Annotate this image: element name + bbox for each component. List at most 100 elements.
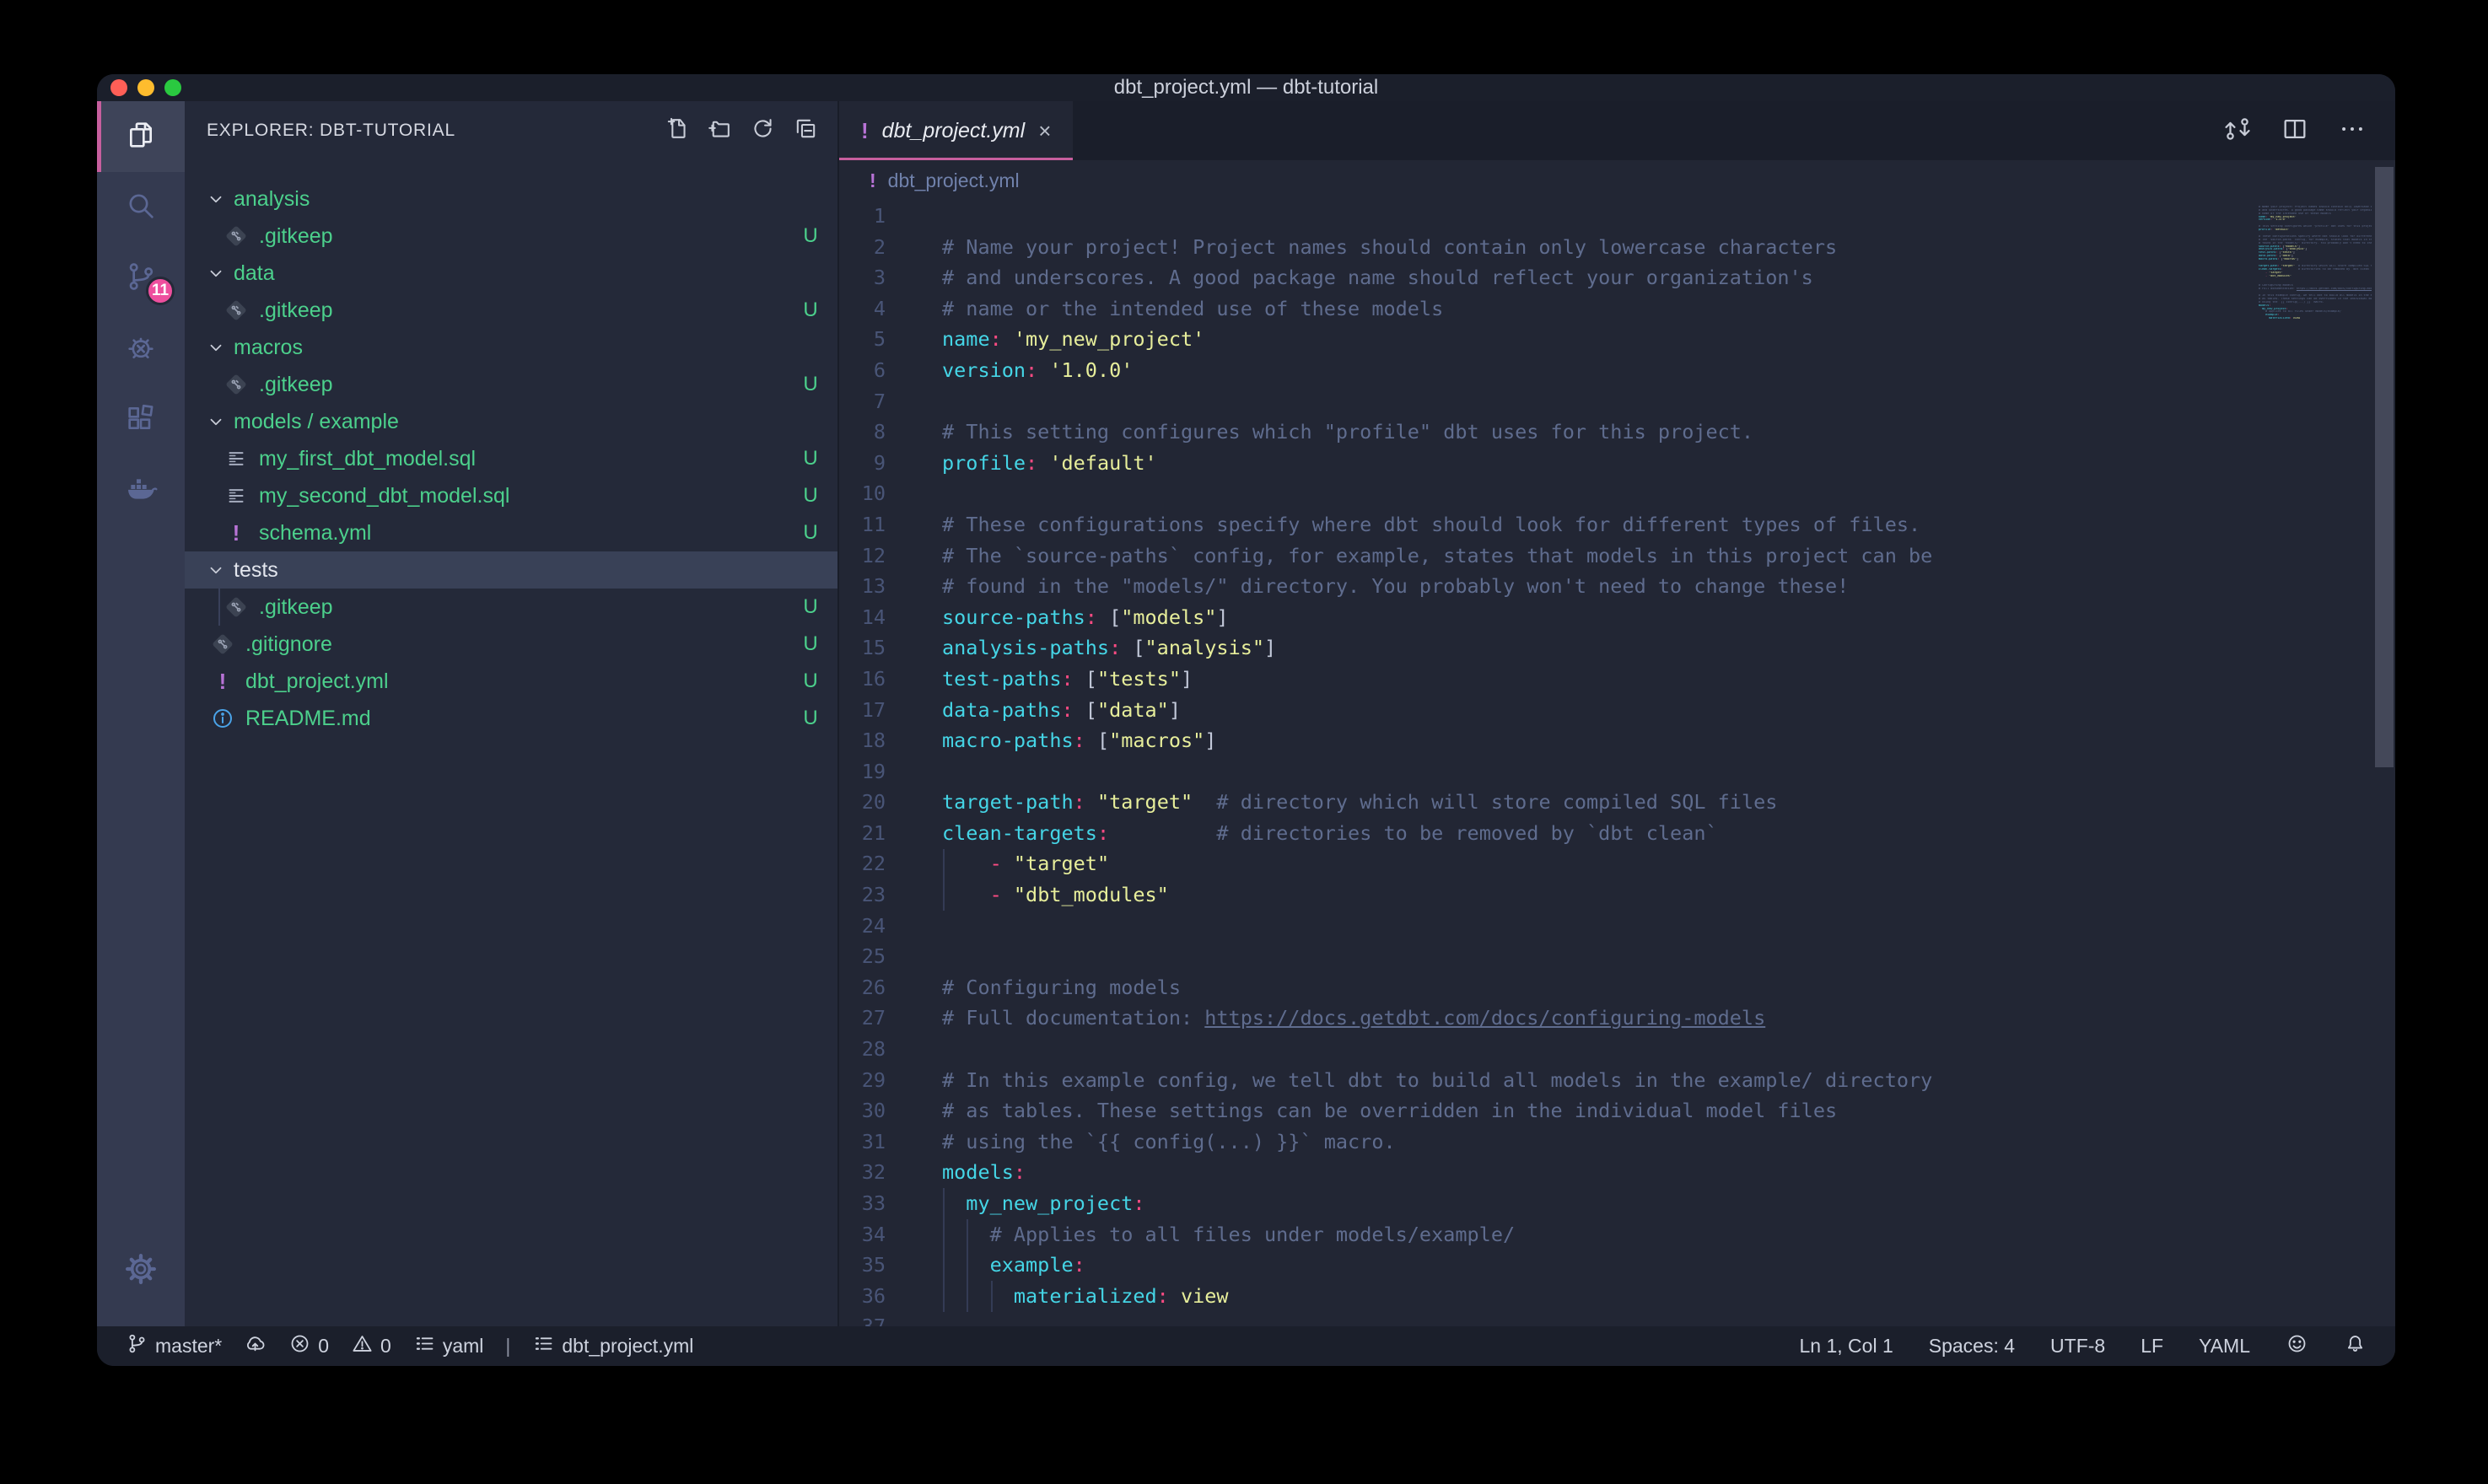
code-line-7[interactable]: 7: [839, 386, 2235, 417]
code-editor[interactable]: 12# Name your project! Project names sho…: [839, 201, 2395, 1326]
tree-item-models-example[interactable]: models / example: [185, 403, 837, 440]
activity-item-docker[interactable]: [97, 455, 185, 526]
tree-item-label: tests: [234, 558, 278, 583]
status-item-notifications[interactable]: [2344, 1332, 2367, 1360]
tree-item-label: .gitkeep: [259, 298, 333, 323]
code-line-37[interactable]: 37: [839, 1311, 2235, 1326]
minimap[interactable]: # Name your project! Project names shoul…: [2259, 202, 2372, 324]
tree-item--gitkeep[interactable]: .gitkeepU: [185, 292, 837, 329]
code-line-34[interactable]: 34 # Applies to all files under models/e…: [839, 1219, 2235, 1250]
code-line-16[interactable]: 16test-paths: ["tests"]: [839, 664, 2235, 695]
tab-bar: ! dbt_project.yml ×: [839, 101, 2395, 160]
tree-item-data[interactable]: data: [185, 255, 837, 292]
code-line-35[interactable]: 35 example:: [839, 1250, 2235, 1281]
activity-item-source-control[interactable]: 11: [97, 243, 185, 314]
code-line-3[interactable]: 3# and underscores. A good package name …: [839, 262, 2235, 293]
status-item-task-yaml[interactable]: yaml: [413, 1332, 484, 1360]
status-item-feedback[interactable]: [2286, 1332, 2308, 1360]
diff-icon[interactable]: [2223, 115, 2252, 148]
line-number: 24: [839, 911, 886, 942]
tree-item-schema-yml[interactable]: !schema.ymlU: [185, 514, 837, 551]
activity-item-debug[interactable]: [97, 314, 185, 384]
refresh-icon[interactable]: [750, 116, 776, 146]
status-item-encoding[interactable]: UTF-8: [2050, 1335, 2105, 1358]
tree-item--gitkeep[interactable]: .gitkeepU: [185, 366, 837, 403]
close-icon[interactable]: ×: [1038, 120, 1051, 142]
code-line-10[interactable]: 10: [839, 478, 2235, 509]
code-line-5[interactable]: 5name: 'my_new_project': [839, 324, 2235, 355]
tree-item--gitkeep[interactable]: .gitkeepU: [185, 218, 837, 255]
editor-scrollbar[interactable]: [2375, 167, 2394, 767]
status-item-indentation[interactable]: Spaces: 4: [1929, 1335, 2015, 1358]
new-file-icon[interactable]: [664, 116, 690, 146]
chevron-down-icon: [207, 412, 225, 431]
code-line-24[interactable]: 24: [839, 911, 2235, 942]
warning-icon: [351, 1332, 374, 1360]
status-item-errors[interactable]: 0: [288, 1332, 329, 1360]
tree-item-my-first-dbt-model-sql[interactable]: my_first_dbt_model.sqlU: [185, 440, 837, 477]
tree-item-analysis[interactable]: analysis: [185, 180, 837, 218]
tree-item-readme-md[interactable]: README.mdU: [185, 700, 837, 737]
code-text: # This setting configures which "profile…: [942, 417, 1753, 448]
git-status-untracked-badge: U: [784, 595, 837, 619]
activity-item-search[interactable]: [97, 172, 185, 243]
status-item-language-mode[interactable]: YAML: [2199, 1335, 2250, 1358]
tree-item--gitkeep[interactable]: .gitkeepU: [185, 589, 837, 626]
activity-item-explorer[interactable]: [97, 101, 185, 172]
window-body: 11 EXPLORER: DBT-TUTORIAL analysis.gitke…: [97, 101, 2395, 1326]
code-line-19[interactable]: 19: [839, 756, 2235, 788]
code-line-11[interactable]: 11# These configurations specify where d…: [839, 509, 2235, 540]
code-line-31[interactable]: 31# using the `{{ config(...) }}` macro.: [839, 1126, 2235, 1158]
code-line-2[interactable]: 2# Name your project! Project names shou…: [839, 232, 2235, 263]
split-editor-icon[interactable]: [2281, 115, 2309, 148]
tree-item--gitignore[interactable]: .gitignoreU: [185, 626, 837, 663]
breadcrumb[interactable]: ! dbt_project.yml: [839, 160, 2395, 201]
code-line-6[interactable]: 6version: '1.0.0': [839, 355, 2235, 386]
code-line-27[interactable]: 27# Full documentation: https://docs.get…: [839, 1003, 2235, 1034]
tree-item-dbt-project-yml[interactable]: !dbt_project.ymlU: [185, 663, 837, 700]
code-line-22[interactable]: 22 - "target": [839, 848, 2235, 879]
code-line-12[interactable]: 12# The `source-paths` config, for examp…: [839, 540, 2235, 572]
code-line-1[interactable]: 1: [839, 201, 2235, 232]
code-line-18[interactable]: 18macro-paths: ["macros"]: [839, 725, 2235, 756]
tree-item-macros[interactable]: macros: [185, 329, 837, 366]
line-number: 8: [839, 417, 886, 448]
line-number: 13: [839, 571, 886, 602]
status-item-warnings[interactable]: 0: [351, 1332, 391, 1360]
code-line-21[interactable]: 21clean-targets: # directories to be rem…: [839, 818, 2235, 849]
code-line-4[interactable]: 4# name or the intended use of these mod…: [839, 293, 2235, 325]
status-item-cursor-position[interactable]: Ln 1, Col 1: [1800, 1335, 1893, 1358]
code-line-29[interactable]: 29# In this example config, we tell dbt …: [839, 1065, 2235, 1096]
code-line-25[interactable]: 25: [839, 941, 2235, 972]
collapse-all-icon[interactable]: [793, 116, 819, 146]
code-line-26[interactable]: 26# Configuring models: [839, 972, 2235, 1003]
code-line-20[interactable]: 20target-path: "target" # directory whic…: [839, 787, 2235, 818]
code-line-30[interactable]: 30# as tables. These settings can be ove…: [839, 1095, 2235, 1126]
code-line-23[interactable]: 23 - "dbt_modules": [839, 879, 2235, 911]
status-item-task-dbt-project[interactable]: dbt_project.yml: [532, 1332, 693, 1360]
status-item-git-branch[interactable]: master*: [126, 1332, 222, 1360]
line-number: 12: [839, 540, 886, 572]
tree-item-my-second-dbt-model-sql[interactable]: my_second_dbt_model.sqlU: [185, 477, 837, 514]
tree-item-tests[interactable]: tests: [185, 551, 837, 589]
status-item-publish-changes[interactable]: [244, 1332, 267, 1360]
status-item-eol[interactable]: LF: [2141, 1335, 2163, 1358]
breadcrumb-file[interactable]: dbt_project.yml: [888, 169, 1020, 192]
code-line-17[interactable]: 17data-paths: ["data"]: [839, 695, 2235, 726]
branch-icon: [126, 1332, 148, 1360]
code-line-8[interactable]: 8 # This setting configures which "profil…: [839, 417, 2235, 448]
code-line-33[interactable]: 33 my_new_project:: [839, 1188, 2235, 1219]
code-line-13[interactable]: 13# found in the "models/" directory. Yo…: [839, 571, 2235, 602]
code-line-28[interactable]: 28: [839, 1034, 2235, 1065]
tab-dbt-project-yml[interactable]: ! dbt_project.yml ×: [839, 101, 1073, 160]
code-line-32[interactable]: 32models:: [839, 1157, 2235, 1188]
new-folder-icon[interactable]: [707, 116, 733, 146]
activity-item-extensions[interactable]: [97, 384, 185, 455]
code-line-36[interactable]: 36 materialized: view: [839, 1281, 2235, 1312]
activity-item-settings[interactable]: [97, 1235, 185, 1306]
ellipsis-icon[interactable]: [2338, 115, 2367, 148]
code-line-9[interactable]: 9profile: 'default': [839, 448, 2235, 479]
code-line-15[interactable]: 15analysis-paths: ["analysis"]: [839, 632, 2235, 664]
code-line-14[interactable]: 14source-paths: ["models"]: [839, 602, 2235, 633]
line-number: 20: [839, 787, 886, 818]
